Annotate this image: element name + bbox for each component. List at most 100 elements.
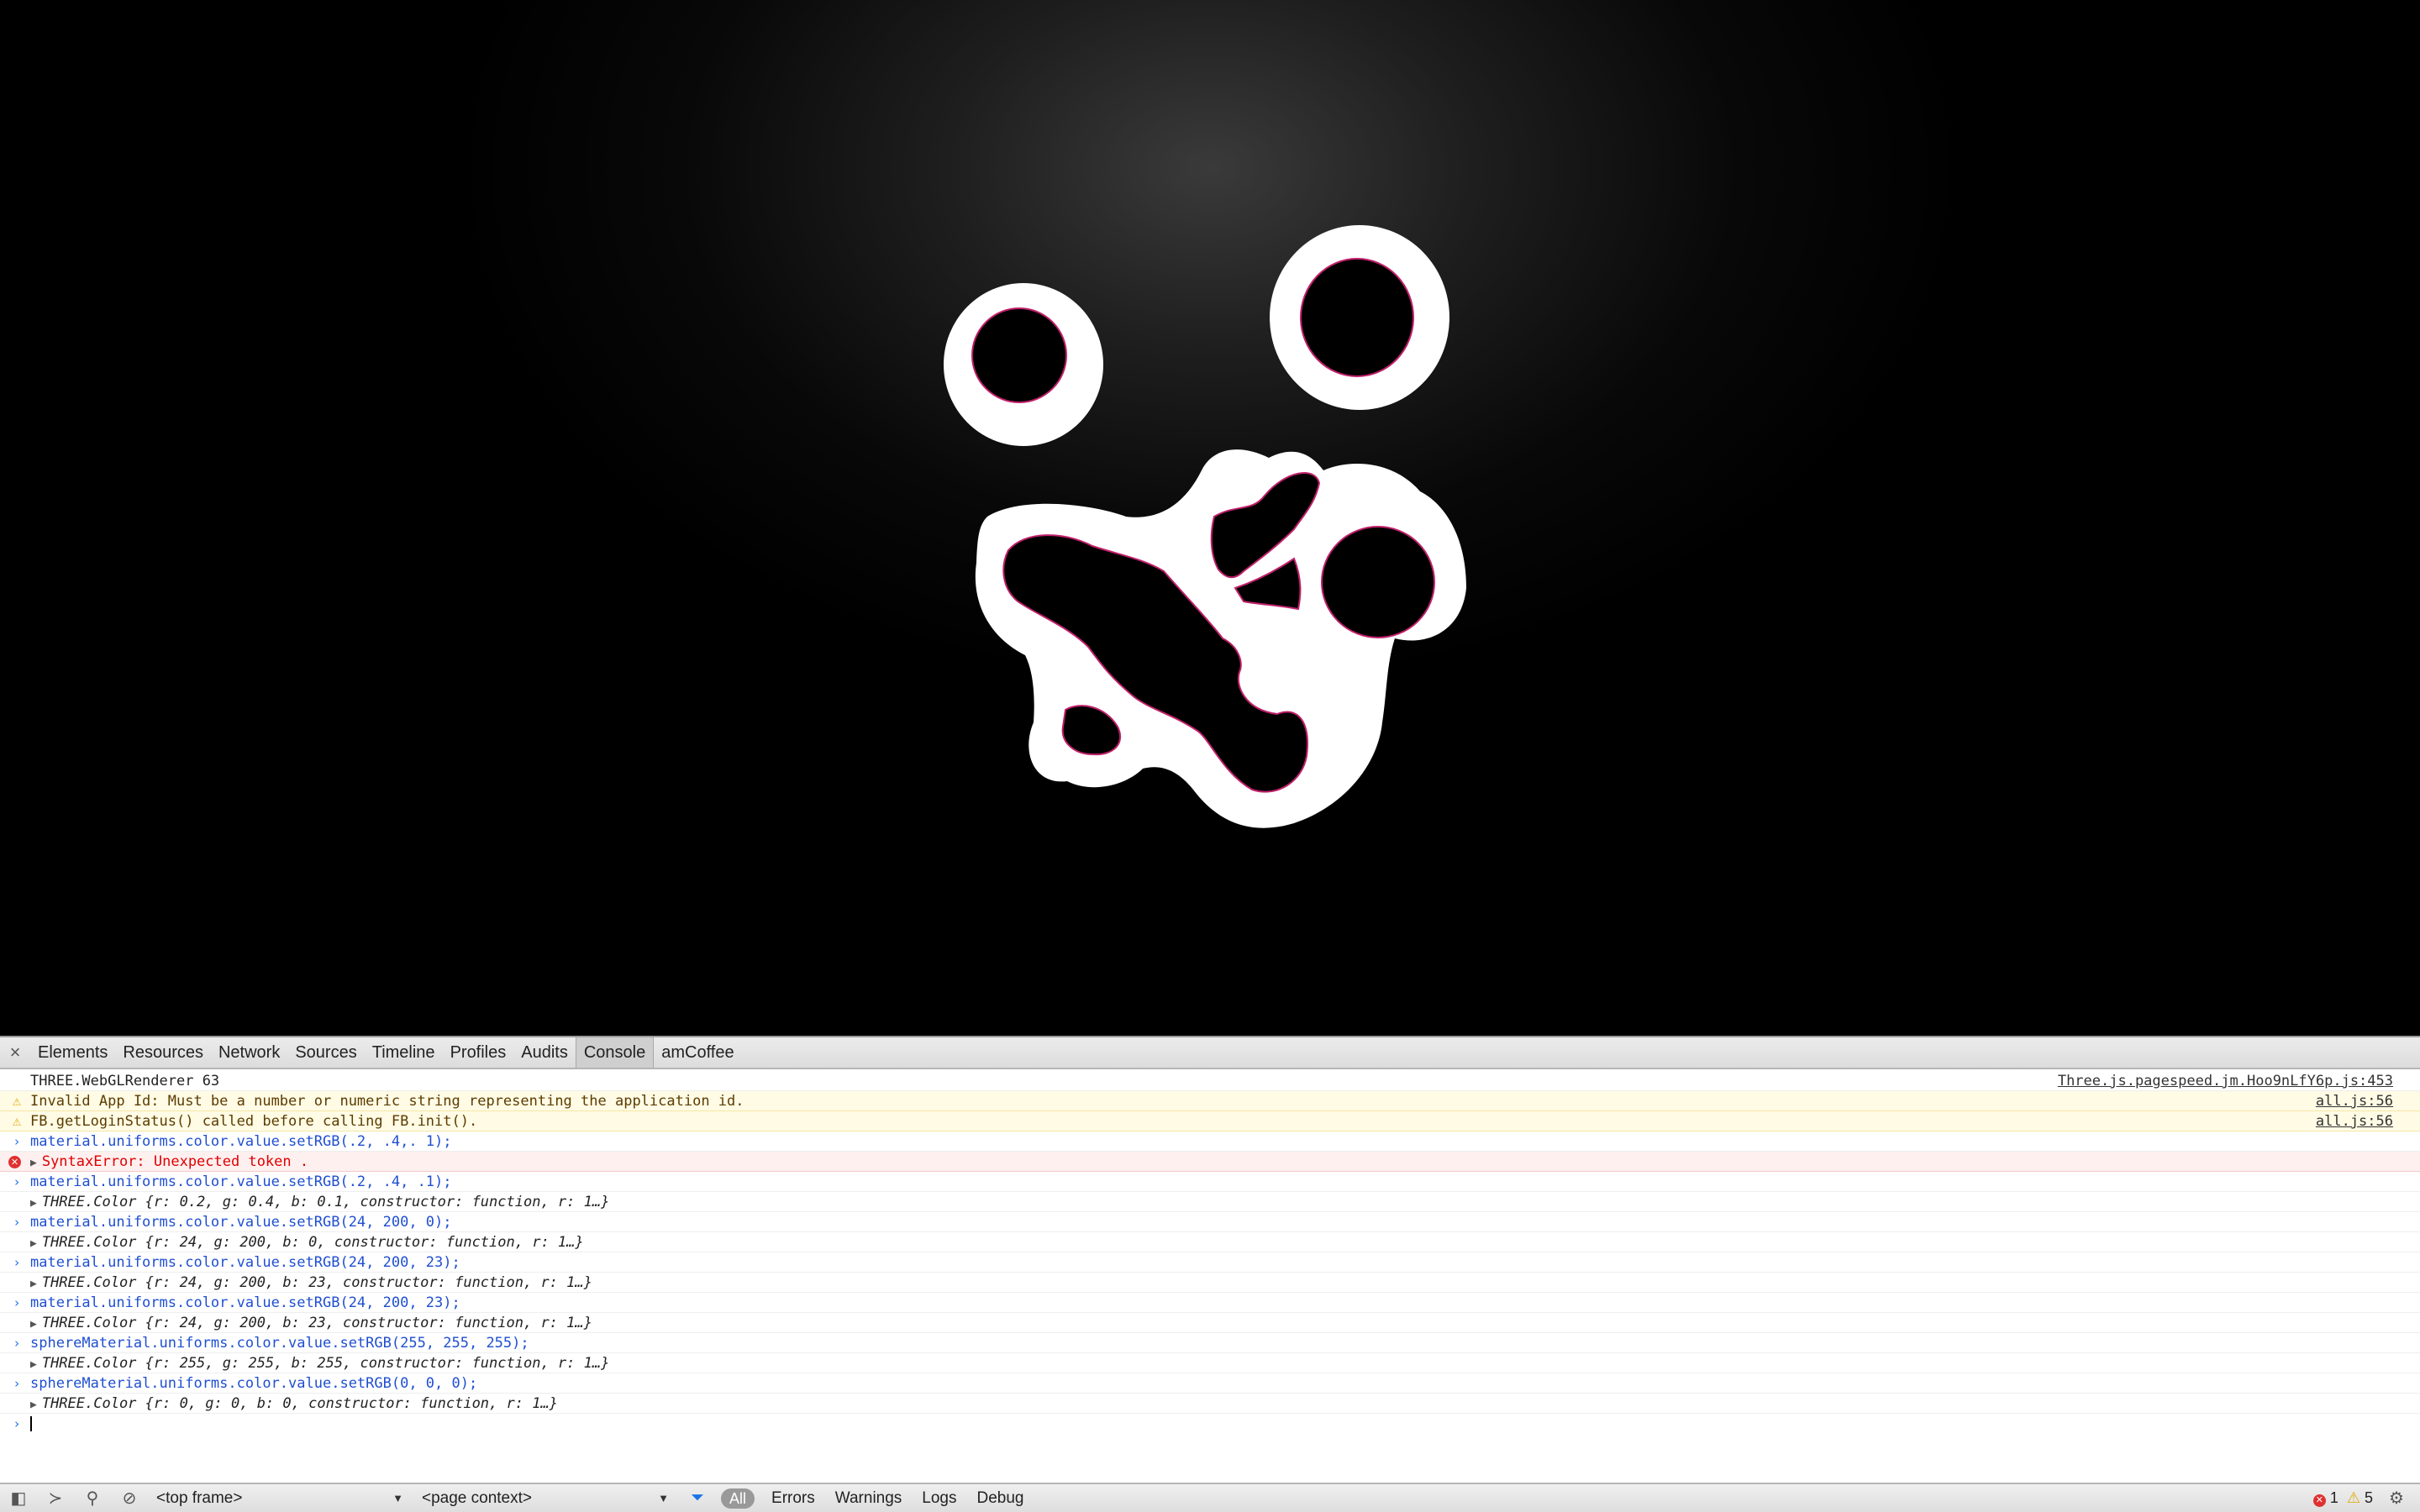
metaball-scene: [944, 225, 1466, 828]
expand-triangle-icon[interactable]: ▶: [30, 1157, 37, 1169]
filter-logs-button[interactable]: Logs: [922, 1489, 956, 1508]
dock-toggle-icon[interactable]: ◧: [0, 1488, 37, 1509]
clear-console-icon[interactable]: ⊘: [111, 1488, 148, 1509]
prompt-chevron-icon: ›: [13, 1295, 21, 1310]
console-line: › material.uniforms.color.value.setRGB(.…: [0, 1172, 2420, 1192]
blob-hole-right-lower: [1321, 526, 1435, 638]
prompt-chevron-icon: ›: [13, 1376, 21, 1391]
error-icon: ✕: [2312, 1494, 2326, 1507]
console-line-text: material.uniforms.color.value.setRGB(24,…: [30, 1294, 460, 1311]
console-line-text: material.uniforms.color.value.setRGB(.2,…: [30, 1133, 452, 1150]
console-line-text: THREE.Color {r: 0, g: 0, b: 0, construct…: [41, 1395, 558, 1412]
console-line-text: THREE.Color {r: 24, g: 200, b: 0, constr…: [41, 1234, 584, 1251]
console-line: ✕ ▶ SyntaxError: Unexpected token .: [0, 1152, 2420, 1172]
console-line: › material.uniforms.color.value.setRGB(2…: [0, 1212, 2420, 1232]
prompt-chevron-icon: ›: [13, 1416, 21, 1431]
blob-cluster: [975, 449, 1466, 828]
prompt-chevron-icon: ›: [13, 1134, 21, 1149]
expand-triangle-icon[interactable]: ▶: [30, 1278, 37, 1290]
warning-icon: ⚠: [12, 1113, 22, 1130]
search-icon[interactable]: ⚲: [74, 1488, 111, 1509]
expand-triangle-icon[interactable]: ▶: [30, 1197, 37, 1210]
expand-triangle-icon[interactable]: ▶: [30, 1318, 37, 1331]
filter-debug-button[interactable]: Debug: [977, 1489, 1024, 1508]
prompt-chevron-icon: ›: [13, 1215, 21, 1230]
console-line-text: FB.getLoginStatus() called before callin…: [30, 1113, 478, 1130]
console-line-text: SyntaxError: Unexpected token .: [41, 1153, 309, 1170]
filter-warnings-button[interactable]: Warnings: [835, 1489, 902, 1508]
gear-icon[interactable]: ⚙: [2381, 1488, 2412, 1509]
console-line-text: THREE.Color {r: 24, g: 200, b: 23, const…: [41, 1274, 592, 1291]
console-line-text: material.uniforms.color.value.setRGB(24,…: [30, 1214, 452, 1231]
console-line-text: THREE.Color {r: 24, g: 200, b: 23, const…: [41, 1315, 592, 1331]
console-line-text: sphereMaterial.uniforms.color.value.setR…: [30, 1335, 529, 1352]
tab-profiles[interactable]: Profiles: [443, 1037, 514, 1068]
tab-timeline[interactable]: Timeline: [365, 1037, 443, 1068]
close-icon[interactable]: ×: [0, 1042, 30, 1063]
prompt-chevron-icon: ›: [13, 1336, 21, 1351]
console-line: ⚠ FB.getLoginStatus() called before call…: [0, 1111, 2420, 1131]
expand-triangle-icon[interactable]: ▶: [30, 1399, 37, 1411]
console-line: › material.uniforms.color.value.setRGB(2…: [0, 1293, 2420, 1313]
context-select[interactable]: <page context> ▼: [413, 1488, 674, 1509]
warning-icon: ⚠: [2346, 1489, 2360, 1506]
console-line: ▶ THREE.Color {r: 24, g: 200, b: 0, const…: [0, 1232, 2420, 1252]
text-caret: [30, 1416, 32, 1431]
expand-triangle-icon[interactable]: ▶: [30, 1358, 37, 1371]
console-line: THREE.WebGLRenderer 63 Three.js.pagespee…: [0, 1071, 2420, 1091]
console-prompt[interactable]: ›: [0, 1414, 2420, 1434]
prompt-chevron-icon: ›: [13, 1174, 21, 1189]
tab-resources[interactable]: Resources: [115, 1037, 211, 1068]
console-line: › sphereMaterial.uniforms.color.value.se…: [0, 1333, 2420, 1353]
console-line: ▶ THREE.Color {r: 24, g: 200, b: 23, cons…: [0, 1273, 2420, 1293]
warning-count-value: 5: [2364, 1489, 2373, 1506]
tab-amcoffee[interactable]: amCoffee: [654, 1037, 741, 1068]
chevron-down-icon: ▼: [658, 1491, 669, 1504]
tab-sources[interactable]: Sources: [287, 1037, 364, 1068]
console-line: › material.uniforms.color.value.setRGB(2…: [0, 1252, 2420, 1273]
console-line-text: THREE.Color {r: 0.2, g: 0.4, b: 0.1, con…: [41, 1194, 610, 1210]
console-line: ▶ THREE.Color {r: 0.2, g: 0.4, b: 0.1, co…: [0, 1192, 2420, 1212]
expand-triangle-icon[interactable]: ▶: [30, 1237, 37, 1250]
context-select-value: <page context>: [422, 1488, 532, 1507]
tab-console[interactable]: Console: [575, 1037, 655, 1068]
source-link[interactable]: Three.js.pagespeed.jm.Hoo9nLfY6p.js:453: [2058, 1071, 2393, 1091]
tab-network[interactable]: Network: [211, 1037, 287, 1068]
console-line: ▶ THREE.Color {r: 255, g: 255, b: 255, co…: [0, 1353, 2420, 1373]
console-line-text: material.uniforms.color.value.setRGB(24,…: [30, 1254, 460, 1271]
console-line: ▶ THREE.Color {r: 0, g: 0, b: 0, construc…: [0, 1394, 2420, 1414]
devtools-panel: × Elements Resources Network Sources Tim…: [0, 1036, 2420, 1512]
message-counts[interactable]: ✕ 1 ⚠ 5 ⚙: [2312, 1488, 2412, 1509]
filter-icon[interactable]: ⏷: [679, 1488, 716, 1508]
tab-audits[interactable]: Audits: [513, 1037, 576, 1068]
console-line-text: THREE.WebGLRenderer 63: [30, 1073, 220, 1089]
warning-icon: ⚠: [12, 1093, 22, 1110]
devtools-tabbar: × Elements Resources Network Sources Tim…: [0, 1037, 2420, 1069]
console-line-text: THREE.Color {r: 255, g: 255, b: 255, con…: [41, 1355, 610, 1372]
error-count: ✕ 1: [2312, 1489, 2338, 1507]
source-link[interactable]: all.js:56: [2316, 1091, 2393, 1111]
webgl-canvas[interactable]: [0, 0, 2420, 1036]
console-statusbar: ◧ ≻ ⚲ ⊘ <top frame> ▼ <page context> ▼ ⏷…: [0, 1483, 2420, 1512]
chevron-down-icon: ▼: [392, 1491, 403, 1504]
error-icon: ✕: [8, 1156, 21, 1168]
frame-select-value: <top frame>: [156, 1488, 243, 1507]
prompt-chevron-icon: ›: [13, 1255, 21, 1270]
filter-all-button[interactable]: All: [721, 1488, 755, 1509]
console-line: ⚠ Invalid App Id: Must be a number or nu…: [0, 1091, 2420, 1111]
warning-count: ⚠ 5: [2347, 1489, 2373, 1507]
show-drawer-icon[interactable]: ≻: [37, 1488, 74, 1509]
console-line-text: material.uniforms.color.value.setRGB(.2,…: [30, 1173, 452, 1190]
source-link[interactable]: all.js:56: [2316, 1111, 2393, 1131]
blob-hole-left: [971, 307, 1067, 403]
console-line-text: sphereMaterial.uniforms.color.value.setR…: [30, 1375, 478, 1392]
console-line-text: Invalid App Id: Must be a number or nume…: [30, 1093, 744, 1110]
error-count-value: 1: [2329, 1489, 2338, 1506]
blob-hole-right: [1300, 258, 1414, 377]
frame-select[interactable]: <top frame> ▼: [148, 1488, 408, 1509]
filter-errors-button[interactable]: Errors: [771, 1489, 815, 1508]
console-line: ▶ THREE.Color {r: 24, g: 200, b: 23, cons…: [0, 1313, 2420, 1333]
console-log[interactable]: THREE.WebGLRenderer 63 Three.js.pagespee…: [0, 1071, 2420, 1474]
console-line: › material.uniforms.color.value.setRGB(.…: [0, 1131, 2420, 1152]
tab-elements[interactable]: Elements: [30, 1037, 115, 1068]
